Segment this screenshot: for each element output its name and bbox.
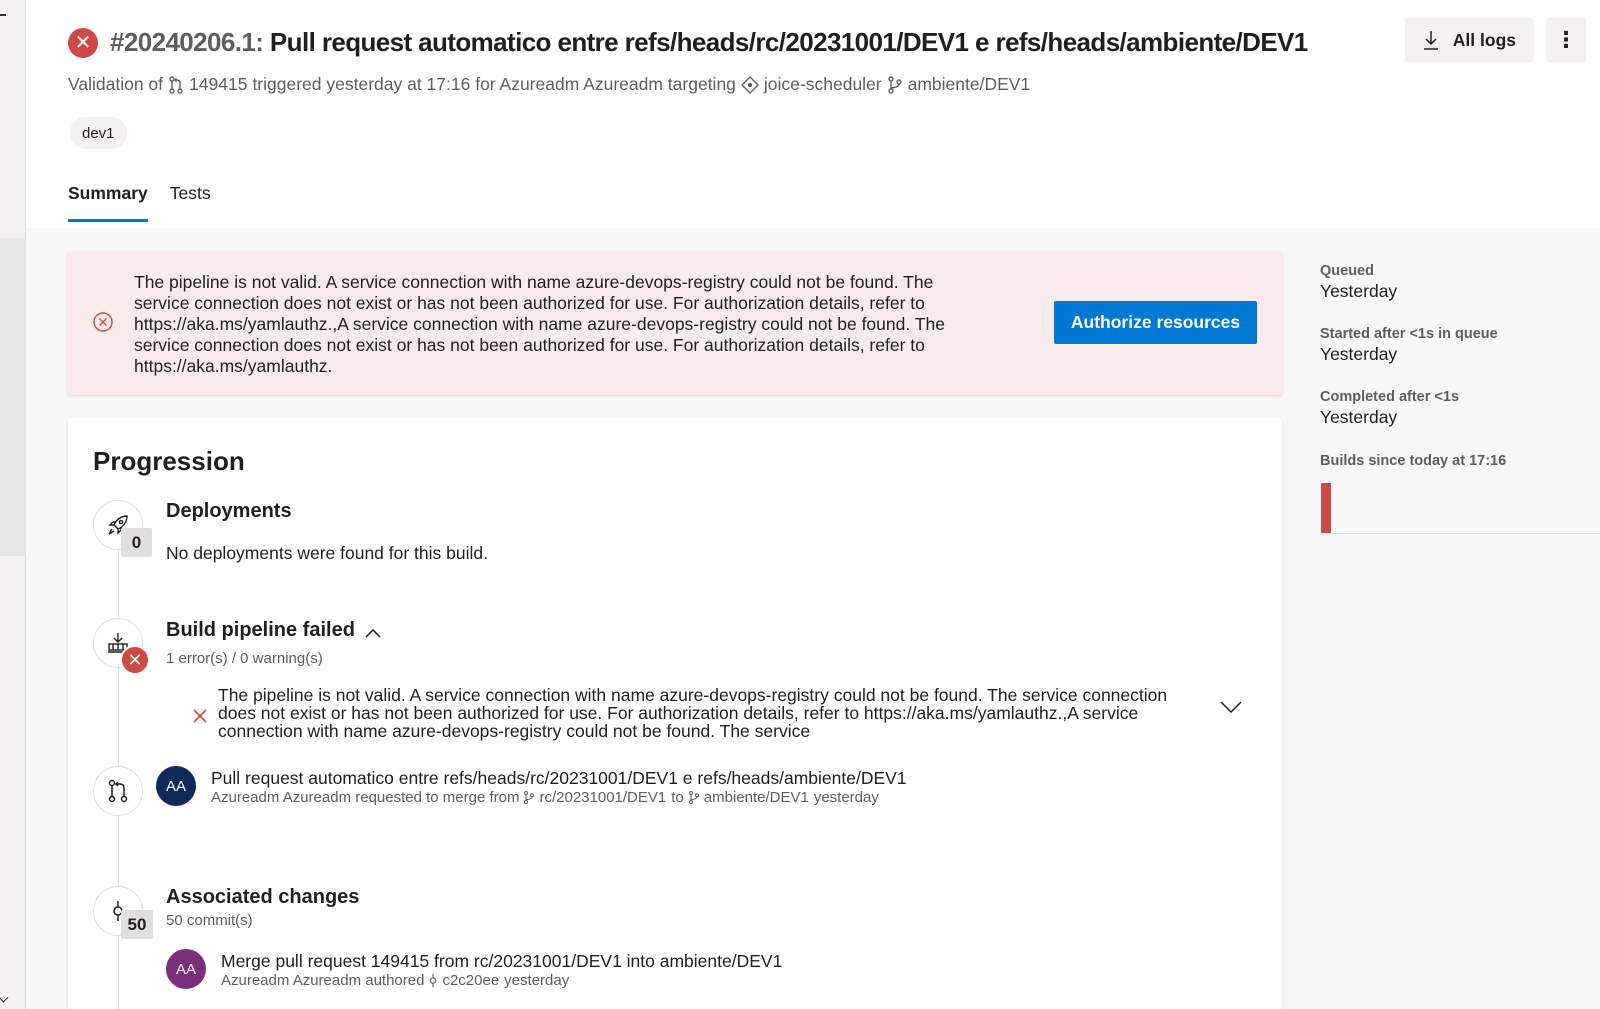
target-branch-link[interactable]: ambiente/DEV1 bbox=[704, 789, 809, 806]
build-history-bar[interactable] bbox=[1321, 483, 1331, 533]
builds-since-label: Builds since today at 17:16 bbox=[1320, 453, 1507, 469]
branch-link[interactable]: ambiente/DEV1 bbox=[908, 74, 1031, 95]
changes-summary: 50 commit(s) bbox=[166, 912, 253, 929]
commit-subtitle: Azureadm Azureadm authored c2c20ee yeste… bbox=[221, 972, 569, 989]
avatar[interactable]: AA bbox=[166, 949, 206, 989]
pull-request-icon bbox=[108, 779, 128, 803]
summary-content: The pipeline is not valid. A service con… bbox=[26, 228, 1600, 1009]
error-x-icon bbox=[193, 709, 207, 723]
commit-title[interactable]: Merge pull request 149415 from rc/202310… bbox=[221, 951, 782, 972]
chevron-down-icon[interactable] bbox=[1220, 701, 1242, 713]
download-icon bbox=[1423, 31, 1438, 50]
tab-bar: Summary Tests bbox=[68, 183, 233, 222]
changes-count-badge: 50 bbox=[121, 910, 153, 939]
repo-link[interactable]: joice-scheduler bbox=[764, 74, 882, 95]
build-issue-text[interactable]: The pipeline is not valid. A service con… bbox=[218, 686, 1178, 740]
build-issue-summary: 1 error(s) / 0 warning(s) bbox=[166, 650, 323, 667]
build-history-axis bbox=[1320, 533, 1600, 534]
pr-when: yesterday bbox=[813, 789, 879, 806]
repo-icon bbox=[740, 75, 759, 94]
branch-icon bbox=[887, 75, 902, 94]
subtitle-prefix: Validation of bbox=[68, 74, 164, 94]
changes-title: Associated changes bbox=[166, 886, 360, 908]
pr-to-text: to bbox=[671, 789, 684, 806]
deployments-count-badge: 0 bbox=[121, 528, 152, 557]
started-label: Started after <1s in queue bbox=[1320, 326, 1498, 342]
pr-number-link[interactable]: 149415 bbox=[189, 74, 247, 95]
pull-request-title[interactable]: Pull request automatico entre refs/heads… bbox=[211, 768, 907, 789]
run-subtitle: Validation of 149415 triggered yesterday… bbox=[68, 74, 1030, 95]
commit-when: yesterday bbox=[504, 972, 570, 989]
source-branch-link[interactable]: rc/20231001/DEV1 bbox=[539, 789, 666, 806]
error-circle-icon bbox=[93, 312, 113, 332]
tab-summary[interactable]: Summary bbox=[68, 183, 148, 222]
failed-status-icon: ✕ bbox=[68, 27, 98, 58]
collapse-icon[interactable] bbox=[0, 14, 6, 16]
commit-author-text: Azureadm Azureadm authored bbox=[221, 972, 425, 989]
branch-icon bbox=[524, 790, 535, 805]
commit-hash-link[interactable]: c2c20ee bbox=[442, 972, 499, 989]
completed-value: Yesterday bbox=[1320, 407, 1398, 427]
subtitle-middle: triggered yesterday at 17:16 for Azuread… bbox=[252, 74, 736, 94]
deployments-title: Deployments bbox=[166, 500, 292, 522]
pull-request-node bbox=[93, 766, 143, 816]
queued-label: Queued bbox=[1320, 263, 1374, 279]
all-logs-label: All logs bbox=[1452, 29, 1516, 50]
pull-request-icon bbox=[169, 75, 183, 94]
avatar[interactable]: AA bbox=[156, 766, 196, 806]
page-header: ✕ #20240206.1: Pull request automatico e… bbox=[26, 0, 1600, 228]
run-title: Pull request automatico entre refs/heads… bbox=[269, 27, 1308, 57]
tab-tests[interactable]: Tests bbox=[170, 183, 211, 222]
error-message: The pipeline is not valid. A service con… bbox=[134, 272, 945, 376]
chevron-up-icon[interactable] bbox=[365, 628, 381, 638]
tag-chip[interactable]: dev1 bbox=[70, 117, 127, 149]
title-row: ✕ #20240206.1: Pull request automatico e… bbox=[68, 27, 1308, 58]
page-title: #20240206.1: Pull request automatico ent… bbox=[110, 27, 1308, 58]
commit-icon bbox=[430, 973, 437, 988]
more-actions-button[interactable]: ⋮ bbox=[1546, 18, 1586, 62]
header-actions: All logs ⋮ bbox=[1404, 18, 1586, 62]
rail-selected-region bbox=[0, 238, 26, 556]
completed-label: Completed after <1s bbox=[1320, 389, 1460, 405]
queued-value: Yesterday bbox=[1320, 281, 1398, 301]
error-banner: The pipeline is not valid. A service con… bbox=[68, 252, 1282, 395]
left-rail bbox=[0, 0, 26, 1009]
progression-card: Progression 0 Deployments No deployments… bbox=[68, 418, 1282, 1009]
chevron-down-icon[interactable] bbox=[0, 992, 9, 1003]
build-title[interactable]: Build pipeline failed bbox=[166, 619, 355, 642]
all-logs-button[interactable]: All logs bbox=[1404, 18, 1534, 62]
branch-icon bbox=[688, 790, 699, 805]
authorize-resources-button[interactable]: Authorize resources bbox=[1054, 301, 1257, 344]
build-failed-icon: ✕ bbox=[120, 645, 150, 675]
pr-author-text: Azureadm Azureadm requested to merge fro… bbox=[211, 789, 520, 806]
deployments-text: No deployments were found for this build… bbox=[166, 543, 488, 563]
started-value: Yesterday bbox=[1320, 344, 1398, 364]
progression-title: Progression bbox=[93, 446, 245, 476]
pull-request-subtitle: Azureadm Azureadm requested to merge fro… bbox=[211, 789, 879, 806]
run-id: #20240206.1: bbox=[110, 27, 264, 57]
